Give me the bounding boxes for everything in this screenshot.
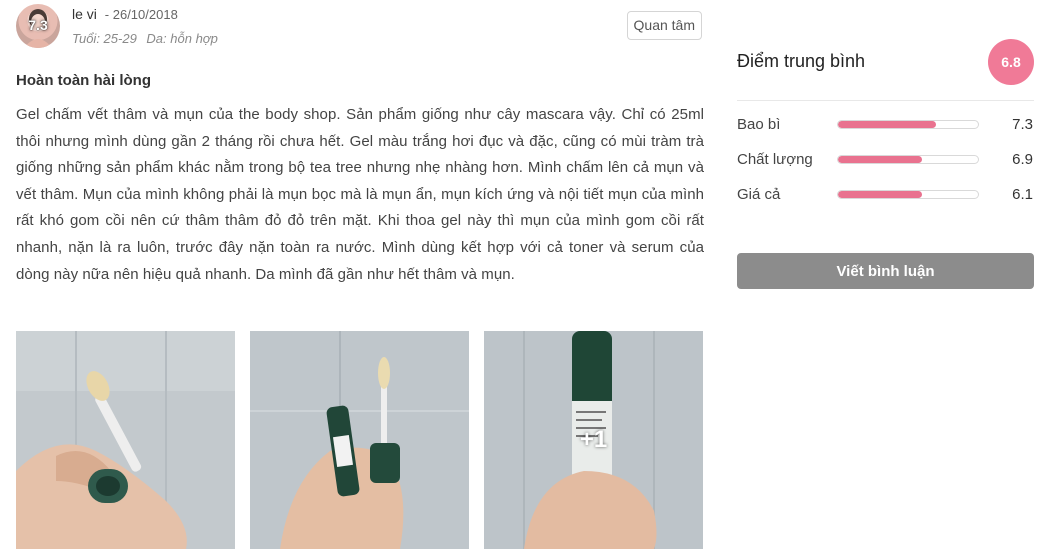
criterion-quality: Chất lượng 6.9 [737, 147, 1034, 182]
criterion-bar [837, 155, 979, 164]
review-body: Gel chấm vết thâm và mụn của the body sh… [16, 106, 704, 283]
criterion-value: 6.9 [1012, 151, 1033, 168]
user-skin-type: Da: hỗn hợp [146, 31, 218, 46]
criterion-packaging: Bao bì 7.3 [737, 112, 1034, 147]
user-meta: Tuổi: 25-29 Da: hỗn hợp [72, 31, 218, 46]
user-age: Tuổi: 25-29 [72, 31, 137, 46]
post-date: - 26/10/2018 [104, 7, 178, 22]
criterion-label: Chất lượng [737, 151, 813, 168]
criterion-bar-fill [838, 156, 922, 163]
avatar[interactable]: 7.3 [16, 4, 60, 48]
criterion-price: Giá cả 6.1 [737, 182, 1034, 217]
follow-button[interactable]: Quan tâm [626, 11, 702, 40]
criterion-bar [837, 190, 979, 199]
photo-applicator-closeup[interactable] [16, 331, 235, 549]
average-score-badge: 6.8 [988, 39, 1034, 85]
criterion-label: Giá cả [737, 186, 781, 203]
divider [737, 100, 1034, 101]
criterion-bar-fill [838, 121, 936, 128]
photo-tube-label[interactable]: +1 [484, 331, 703, 549]
photo-more-count[interactable]: +1 [484, 331, 703, 549]
criterion-label: Bao bì [737, 116, 781, 133]
review-card: 7.3 le vi - 26/10/2018 Tuổi: 25-29 Da: h… [16, 0, 704, 549]
review-header: 7.3 le vi - 26/10/2018 Tuổi: 25-29 Da: h… [16, 0, 704, 62]
rating-title: Điểm trung bình [737, 51, 866, 71]
rating-header: Điểm trung bình 6.8 [737, 38, 1034, 85]
criterion-bar [837, 120, 979, 129]
review-title: Hoàn toàn hài lòng [16, 72, 151, 89]
write-comment-button[interactable]: Viết bình luận [737, 253, 1034, 289]
avatar-score: 7.3 [28, 17, 48, 33]
criterion-bar-fill [838, 191, 922, 198]
photo-open-tube[interactable] [250, 331, 469, 549]
review-photos: +1 [16, 331, 704, 549]
rating-criteria: Bao bì 7.3 Chất lượng 6.9 Giá cả 6.1 [737, 112, 1034, 217]
username[interactable]: le vi [72, 6, 97, 22]
criterion-value: 6.1 [1012, 186, 1033, 203]
user-line: le vi - 26/10/2018 [72, 6, 178, 22]
criterion-value: 7.3 [1012, 116, 1033, 133]
